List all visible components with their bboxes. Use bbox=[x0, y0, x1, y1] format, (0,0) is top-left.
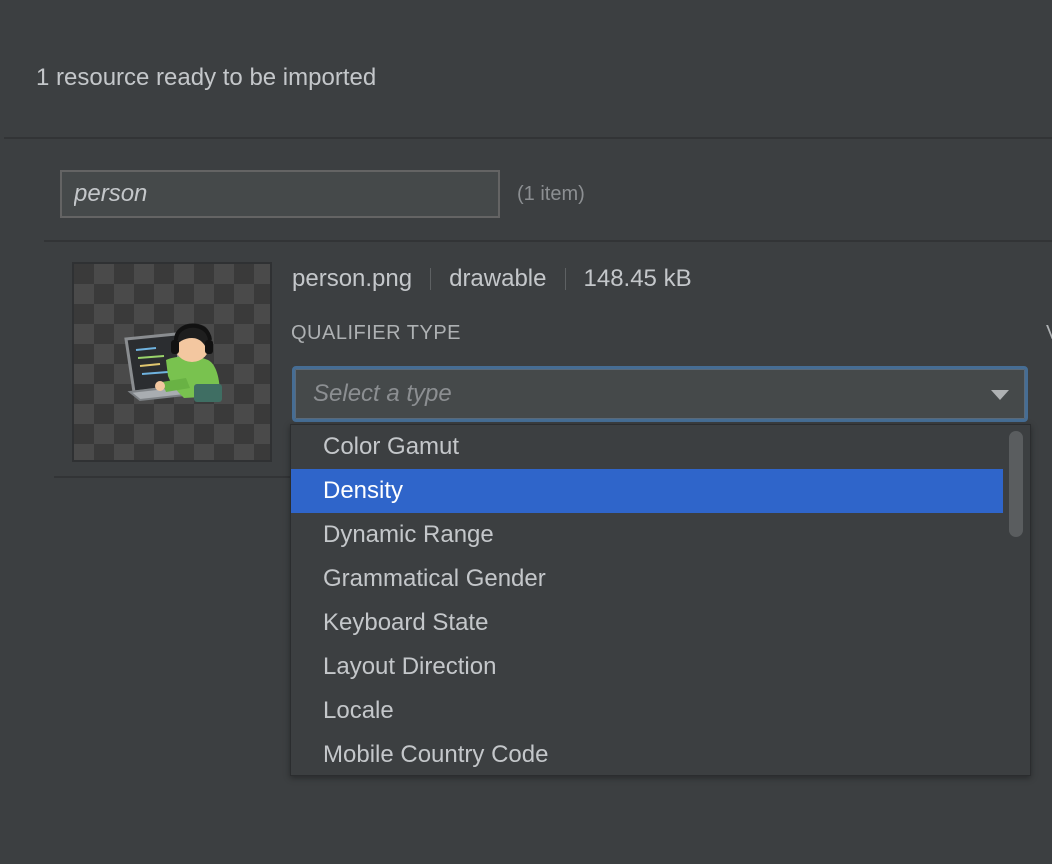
metadata-separator bbox=[430, 268, 432, 290]
dropdown-option-grammatical-gender[interactable]: Grammatical Gender bbox=[291, 557, 1003, 601]
dropdown-option-mobile-country-code[interactable]: Mobile Country Code bbox=[291, 733, 1003, 775]
qualifier-type-options-popup: Color Gamut Density Dynamic Range Gramma… bbox=[290, 424, 1031, 776]
item-count-label: (1 item) bbox=[517, 183, 585, 205]
import-resources-dialog: 1 resource ready to be imported (1 item) bbox=[0, 0, 1052, 864]
chevron-down-icon[interactable] bbox=[991, 390, 1009, 400]
resource-size: 148.45 kB bbox=[583, 265, 692, 292]
dropdown-option-keyboard-state[interactable]: Keyboard State bbox=[291, 601, 1003, 645]
qualifier-type-label: QUALIFIER TYPE bbox=[291, 322, 462, 344]
dropdown-option-color-gamut[interactable]: Color Gamut bbox=[291, 425, 1003, 469]
dropdown-option-layout-direction[interactable]: Layout Direction bbox=[291, 645, 1003, 689]
import-summary-title: 1 resource ready to be imported bbox=[36, 64, 377, 91]
metadata-separator bbox=[564, 268, 566, 290]
value-label-cutoff: V bbox=[1046, 322, 1052, 345]
resource-type: drawable bbox=[449, 265, 547, 292]
popup-scrollbar-thumb[interactable] bbox=[1009, 431, 1023, 537]
dropdown-option-density[interactable]: Density bbox=[291, 469, 1003, 513]
dropdown-placeholder: Select a type bbox=[313, 380, 452, 407]
search-input[interactable] bbox=[60, 170, 500, 218]
qualifier-type-dropdown[interactable]: Select a type bbox=[292, 366, 1028, 422]
header-divider bbox=[4, 137, 1052, 139]
resource-thumbnail bbox=[72, 262, 272, 462]
dropdown-option-dynamic-range[interactable]: Dynamic Range bbox=[291, 513, 1003, 557]
dropdown-option-locale[interactable]: Locale bbox=[291, 689, 1003, 733]
person-at-laptop-image bbox=[124, 323, 222, 402]
list-divider bbox=[54, 476, 294, 478]
list-divider bbox=[44, 240, 1052, 242]
resource-metadata: person.png drawable 148.45 kB bbox=[292, 262, 692, 296]
resource-file-name: person.png bbox=[292, 265, 413, 292]
